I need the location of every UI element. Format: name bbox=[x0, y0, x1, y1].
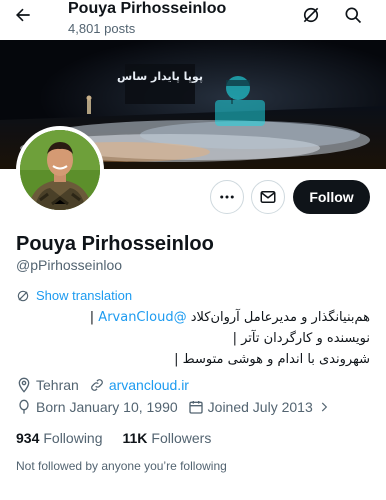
search-icon bbox=[345, 7, 362, 24]
bio-line-1: هم‌بنیانگذار و مدیرعامل آروان‌کلاد @Arva… bbox=[16, 307, 370, 328]
following-label: Following bbox=[43, 430, 103, 446]
birthday-text: Born January 10, 1990 bbox=[36, 399, 178, 415]
joined-text: Joined July 2013 bbox=[207, 399, 313, 415]
more-options-button[interactable] bbox=[210, 180, 244, 214]
followers-count: 11K bbox=[122, 430, 148, 446]
follow-button[interactable]: Follow bbox=[293, 180, 370, 214]
grok-icon bbox=[303, 7, 319, 23]
website-link[interactable]: arvancloud.ir bbox=[109, 377, 189, 393]
following-count-link[interactable]: 934 Following bbox=[16, 430, 103, 446]
avatar-image bbox=[20, 130, 100, 210]
show-translation-link[interactable]: Show translation bbox=[16, 288, 132, 303]
back-button[interactable] bbox=[8, 0, 38, 30]
profile-handle: @pPirhosseinloo bbox=[16, 257, 123, 273]
header-title-block: Pouya Pirhosseinloo 4,801 posts bbox=[68, 0, 226, 37]
profile-bio: هم‌بنیانگذار و مدیرعامل آروان‌کلاد @Arva… bbox=[16, 307, 370, 370]
show-translation-label: Show translation bbox=[36, 288, 133, 303]
website-item[interactable]: arvancloud.ir bbox=[89, 377, 189, 393]
message-icon bbox=[260, 191, 276, 203]
bio-mention-link[interactable]: @ArvanCloud bbox=[98, 310, 186, 325]
translate-icon bbox=[17, 290, 29, 301]
top-bar: Pouya Pirhosseinloo 4,801 posts bbox=[0, 0, 386, 40]
arrow-left-icon bbox=[16, 8, 30, 22]
birthday-item: Born January 10, 1990 bbox=[16, 399, 178, 415]
more-options-icon bbox=[220, 195, 234, 199]
location-item: Tehran bbox=[16, 377, 79, 393]
profile-name: Pouya Pirhosseinloo bbox=[16, 233, 214, 255]
calendar-icon bbox=[188, 401, 203, 414]
joined-item: Joined July 2013 bbox=[188, 399, 331, 415]
bio-line-2: نویسنده و کارگردان تآتر | bbox=[232, 331, 370, 346]
grok-button[interactable] bbox=[296, 0, 326, 30]
profile-avatar[interactable] bbox=[16, 126, 104, 214]
profile-meta-row-2: Born January 10, 1990 Joined July 2013 bbox=[16, 399, 341, 415]
header-title: Pouya Pirhosseinloo bbox=[68, 0, 227, 17]
message-button[interactable] bbox=[251, 180, 285, 214]
bio-line-1-text: هم‌بنیانگذار و مدیرعامل آروان‌کلاد bbox=[186, 310, 370, 325]
chevron-right-icon[interactable] bbox=[317, 400, 331, 414]
balloon-icon bbox=[19, 399, 29, 414]
posts-count: 4,801 posts bbox=[68, 21, 136, 36]
link-icon bbox=[90, 379, 103, 391]
search-button[interactable] bbox=[338, 0, 368, 30]
follow-counts: 934 Following 11K Followers bbox=[16, 430, 211, 446]
banner-screen-text: پوپا پایدار ساس bbox=[117, 70, 203, 83]
location-text: Tehran bbox=[36, 377, 79, 393]
bio-line-3: شهروندی با اندام و هوشی متوسط | bbox=[174, 352, 370, 367]
followed-by-text: Not followed by anyone you’re following bbox=[16, 459, 227, 473]
location-icon bbox=[18, 377, 30, 393]
following-count: 934 bbox=[16, 430, 40, 446]
followers-label: Followers bbox=[151, 430, 212, 446]
profile-meta-row-1: Tehran arvancloud.ir bbox=[16, 377, 199, 393]
followers-count-link[interactable]: 11K Followers bbox=[123, 430, 212, 446]
